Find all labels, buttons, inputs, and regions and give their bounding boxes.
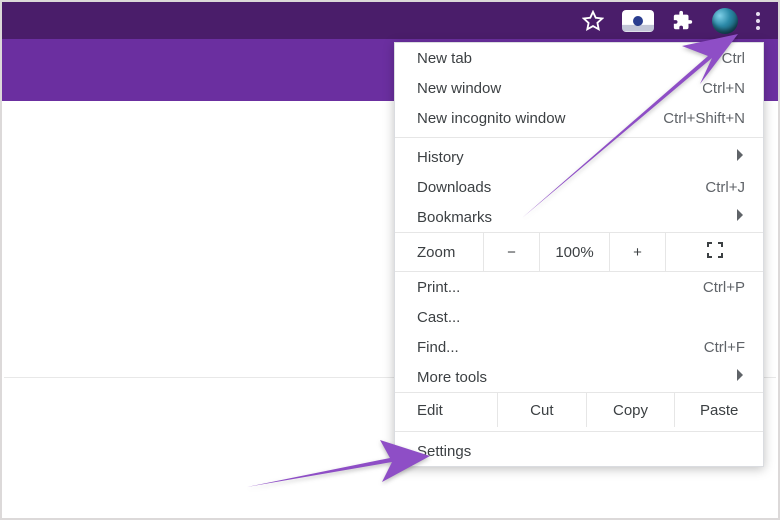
profile-avatar[interactable] bbox=[712, 8, 738, 34]
menu-item-zoom: Zoom − 100% + bbox=[395, 232, 763, 272]
menu-item-cast[interactable]: Cast... bbox=[395, 302, 763, 332]
menu-label: Bookmarks bbox=[417, 209, 492, 226]
zoom-in-button[interactable]: + bbox=[609, 233, 665, 271]
menu-shortcut: Ctrl+N bbox=[702, 80, 745, 97]
menu-shortcut: Ctrl+F bbox=[704, 339, 745, 356]
extensions-icon[interactable] bbox=[672, 10, 694, 32]
menu-item-print[interactable]: Print... Ctrl+P bbox=[395, 272, 763, 302]
zoom-label: Zoom bbox=[395, 244, 483, 261]
menu-item-downloads[interactable]: Downloads Ctrl+J bbox=[395, 172, 763, 202]
edit-copy-button[interactable]: Copy bbox=[586, 393, 675, 427]
menu-label: New incognito window bbox=[417, 110, 565, 127]
fullscreen-button[interactable] bbox=[665, 233, 763, 271]
menu-item-settings[interactable]: Settings bbox=[395, 436, 763, 466]
menu-separator bbox=[395, 431, 763, 432]
menu-label: New window bbox=[417, 80, 501, 97]
chevron-right-icon bbox=[735, 148, 745, 166]
menu-item-incognito[interactable]: New incognito window Ctrl+Shift+N bbox=[395, 103, 763, 133]
menu-shortcut: Ctrl+Shift+N bbox=[663, 110, 745, 127]
browser-menu: New tab Ctrl New window Ctrl+N New incog… bbox=[394, 42, 764, 467]
menu-item-new-tab[interactable]: New tab Ctrl bbox=[395, 43, 763, 73]
menu-item-edit: Edit Cut Copy Paste bbox=[395, 392, 763, 427]
chevron-right-icon bbox=[735, 208, 745, 226]
menu-shortcut: Ctrl+P bbox=[703, 279, 745, 296]
chevron-right-icon bbox=[735, 368, 745, 386]
menu-shortcut: Ctrl+J bbox=[705, 179, 745, 196]
edit-label: Edit bbox=[395, 402, 497, 419]
menu-item-history[interactable]: History bbox=[395, 142, 763, 172]
more-menu-icon[interactable] bbox=[756, 12, 760, 30]
browser-toolbar bbox=[2, 2, 778, 39]
zoom-value: 100% bbox=[539, 233, 609, 271]
star-icon[interactable] bbox=[582, 10, 604, 32]
menu-item-bookmarks[interactable]: Bookmarks bbox=[395, 202, 763, 232]
fullscreen-icon bbox=[706, 241, 724, 263]
menu-label: Find... bbox=[417, 339, 459, 356]
zoom-out-button[interactable]: − bbox=[483, 233, 539, 271]
menu-item-new-window[interactable]: New window Ctrl+N bbox=[395, 73, 763, 103]
menu-shortcut: Ctrl bbox=[722, 50, 745, 67]
menu-item-more-tools[interactable]: More tools bbox=[395, 362, 763, 392]
menu-label: More tools bbox=[417, 369, 487, 386]
menu-item-find[interactable]: Find... Ctrl+F bbox=[395, 332, 763, 362]
menu-label: Cast... bbox=[417, 309, 460, 326]
edit-cut-button[interactable]: Cut bbox=[497, 393, 586, 427]
edit-paste-button[interactable]: Paste bbox=[674, 393, 763, 427]
menu-label: History bbox=[417, 149, 464, 166]
menu-separator bbox=[395, 137, 763, 138]
menu-label: Print... bbox=[417, 279, 460, 296]
menu-label: Downloads bbox=[417, 179, 491, 196]
menu-label: New tab bbox=[417, 50, 472, 67]
menu-label: Settings bbox=[417, 443, 471, 460]
camera-extension-icon[interactable] bbox=[622, 10, 654, 32]
